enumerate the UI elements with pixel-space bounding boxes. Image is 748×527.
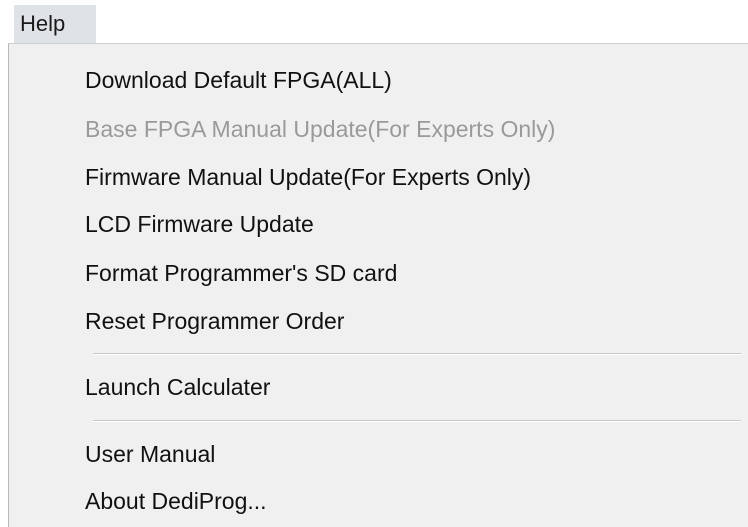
menu-separator <box>93 420 741 422</box>
menu-item-base-fpga-manual-update: Base FPGA Manual Update(For Experts Only… <box>85 116 556 142</box>
menu-item-launch-calculater[interactable]: Launch Calculater <box>85 367 270 407</box>
menu-bar: Help <box>0 0 748 45</box>
menu-item-format-sd-card[interactable]: Format Programmer's SD card <box>85 253 397 293</box>
menu-item-about-dediprog[interactable]: About DediProg... <box>85 481 267 521</box>
help-dropdown-menu: Download Default FPGA(ALL) Base FPGA Man… <box>8 43 748 527</box>
menu-help[interactable]: Help <box>14 5 96 43</box>
menu-item-reset-programmer-order[interactable]: Reset Programmer Order <box>85 301 344 341</box>
menu-item-firmware-manual-update[interactable]: Firmware Manual Update(For Experts Only) <box>85 157 531 197</box>
menu-item-user-manual[interactable]: User Manual <box>85 434 215 474</box>
menu-item-download-default-fpga[interactable]: Download Default FPGA(ALL) <box>85 60 392 100</box>
menu-separator <box>93 353 741 355</box>
menu-item-lcd-firmware-update[interactable]: LCD Firmware Update <box>85 204 314 244</box>
